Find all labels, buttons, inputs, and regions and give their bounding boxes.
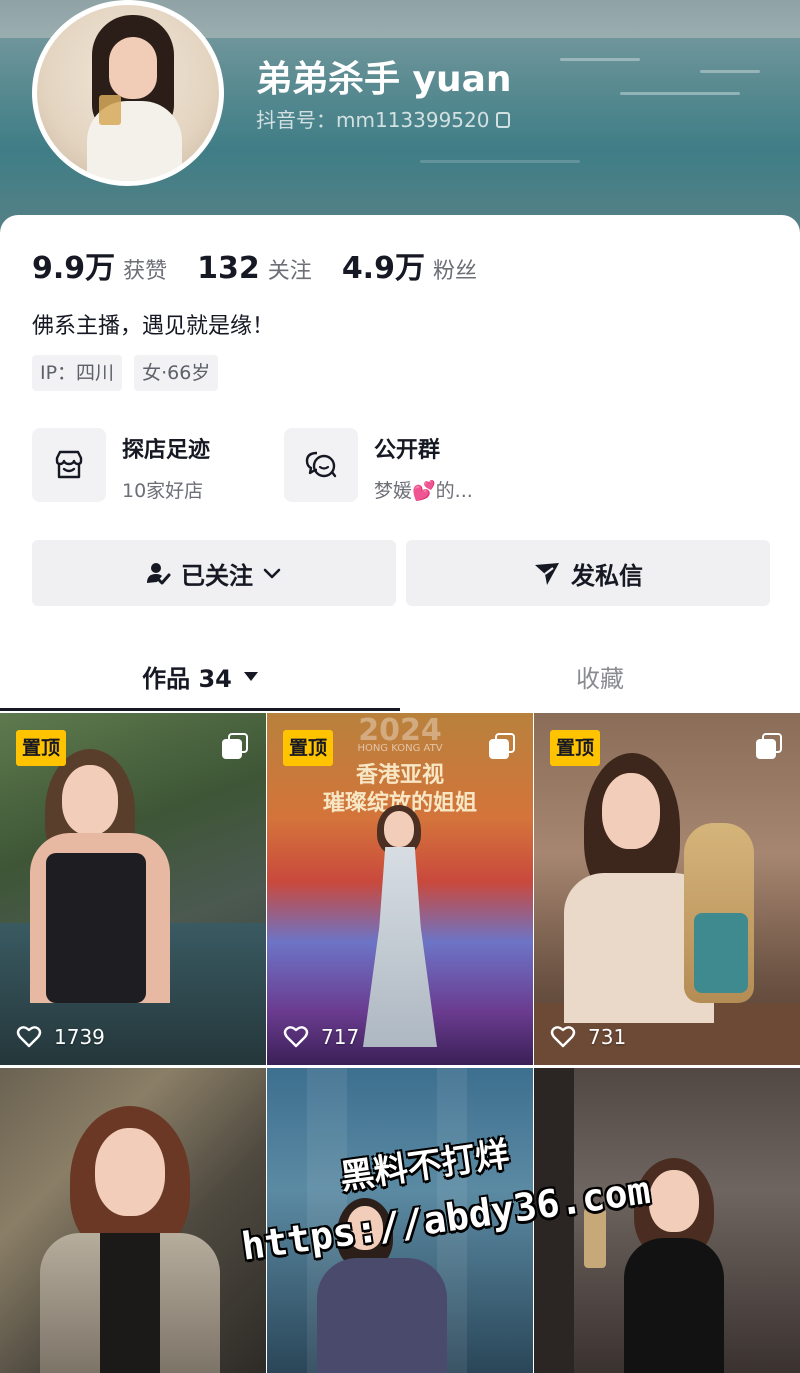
stat-label: 粉丝 — [432, 259, 477, 284]
caret-down-icon — [243, 671, 258, 681]
profile-avatar[interactable] — [32, 0, 224, 186]
stat-followers[interactable]: 4.9万 粉丝 — [342, 243, 477, 287]
tab-favorites[interactable]: 收藏 — [400, 640, 800, 712]
storefront-icon — [32, 428, 106, 502]
heart-icon — [283, 1026, 309, 1048]
gown — [363, 847, 437, 1047]
profile-tags: IP：四川 女·66岁 — [32, 355, 230, 391]
video-tile[interactable]: 2024 HONG KONG ATV 香港亚视 璀璨绽放的姐姐 置顶 717 — [267, 713, 533, 1065]
feature-subtitle: 10家好店 — [122, 480, 204, 502]
person-face — [95, 1128, 165, 1216]
wall-lamp — [584, 1208, 606, 1268]
stat-value: 9.9万 — [32, 251, 116, 286]
dark-top — [100, 1233, 160, 1373]
tab-works[interactable]: 作品 34 — [0, 640, 400, 712]
send-message-label: 发私信 — [571, 561, 643, 590]
heart-icon — [16, 1026, 42, 1048]
stat-likes[interactable]: 9.9万 获赞 — [32, 243, 167, 287]
following-button-label: 已关注 — [181, 561, 253, 590]
group-chat-icon — [284, 428, 358, 502]
avatar-cup — [99, 95, 121, 125]
header-wave — [420, 160, 580, 163]
video-grid: 置顶 1739 2024 HONG KONG ATV 香港亚视 璀璨绽放的姐姐 … — [0, 713, 800, 1373]
douyin-id[interactable]: 抖音号：mm113399520 — [256, 104, 510, 133]
stat-label: 关注 — [267, 259, 312, 284]
header-wave — [560, 58, 640, 61]
pinned-badge: 置顶 — [550, 730, 601, 766]
video-tile[interactable]: 置顶 731 — [534, 713, 800, 1065]
gender-age-tag: 女·66岁 — [134, 355, 219, 391]
person-face — [62, 765, 118, 835]
like-count: 717 — [283, 1025, 359, 1049]
stat-label: 获赞 — [123, 259, 168, 284]
rabbit-overalls — [694, 913, 748, 993]
ip-location-tag: IP：四川 — [32, 355, 123, 391]
like-count: 1739 — [16, 1025, 105, 1049]
person-face — [602, 773, 660, 849]
header-wave — [700, 70, 760, 73]
chevron-down-icon — [263, 568, 281, 579]
copy-icon[interactable] — [495, 111, 510, 128]
pinned-badge: 置顶 — [16, 730, 67, 766]
person-face — [347, 1206, 383, 1250]
followed-user-icon — [147, 563, 171, 585]
person-face — [384, 811, 414, 847]
douyin-id-text: 抖音号：mm113399520 — [256, 108, 490, 132]
send-icon — [535, 563, 559, 585]
stat-value: 4.9万 — [341, 251, 425, 286]
stat-value: 132 — [197, 251, 260, 286]
multi-image-icon — [756, 733, 782, 759]
black-dress — [624, 1238, 724, 1373]
send-message-button[interactable]: 发私信 — [406, 540, 770, 606]
header-wave — [620, 92, 740, 95]
content-tabs: 作品 34 收藏 — [0, 640, 800, 712]
video-tile[interactable] — [0, 1068, 266, 1373]
multi-image-icon — [489, 733, 515, 759]
feature-subtitle: 梦媛💕的... — [374, 480, 473, 502]
like-count-value: 1739 — [54, 1025, 105, 1049]
store-visits-entry[interactable]: 探店足迹 10家好店 — [32, 428, 210, 503]
like-count-value: 731 — [588, 1025, 627, 1049]
swimsuit — [46, 853, 146, 1003]
feature-title: 探店足迹 — [122, 438, 211, 463]
video-tile[interactable] — [267, 1068, 533, 1373]
stat-following[interactable]: 132 关注 — [197, 251, 312, 286]
avatar-face — [109, 37, 157, 99]
video-tile[interactable]: 置顶 1739 — [0, 713, 266, 1065]
profile-stats: 9.9万 获赞 132 关注 4.9万 粉丝 — [32, 243, 507, 287]
like-count: 731 — [550, 1025, 626, 1049]
person-face — [649, 1170, 699, 1232]
following-button[interactable]: 已关注 — [32, 540, 396, 606]
feature-title: 公开群 — [374, 438, 441, 463]
tab-favorites-label: 收藏 — [576, 664, 624, 693]
person-body — [317, 1258, 447, 1373]
multi-image-icon — [222, 733, 248, 759]
pinned-badge: 置顶 — [283, 730, 334, 766]
heart-icon — [550, 1026, 576, 1048]
video-tile[interactable] — [534, 1068, 800, 1373]
tab-works-label: 作品 34 — [142, 664, 232, 693]
like-count-value: 717 — [321, 1025, 360, 1049]
profile-bio: 佛系主播，遇见就是缘！ — [32, 314, 275, 339]
door-frame — [534, 1068, 574, 1373]
active-tab-indicator — [0, 708, 400, 711]
profile-nickname: 弟弟杀手 yuan — [256, 59, 512, 100]
public-group-entry[interactable]: 公开群 梦媛💕的... — [284, 428, 473, 503]
